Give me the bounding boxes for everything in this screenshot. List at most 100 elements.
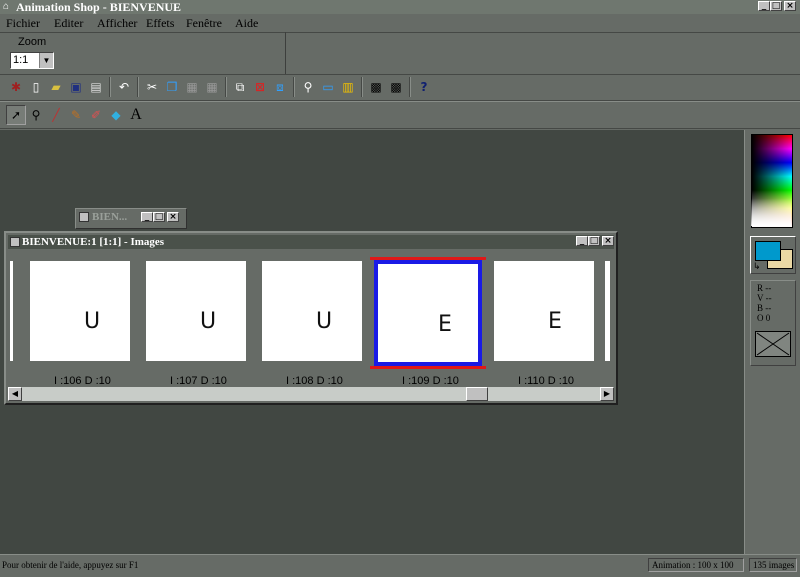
menu-editer[interactable]: Editer [54, 16, 83, 31]
crop-icon[interactable]: ⧈ [270, 77, 290, 97]
partial-frame-right [605, 261, 610, 361]
frame-properties-icon[interactable]: ▭ [318, 77, 338, 97]
delete-frames-icon[interactable]: ⊠ [250, 77, 270, 97]
close-button[interactable]: × [602, 236, 614, 246]
divider [0, 128, 800, 129]
toolbar-separator [137, 77, 139, 97]
fill-icon[interactable]: ◆ [106, 105, 126, 125]
swap-colors-icon[interactable]: ↳ [753, 261, 761, 272]
color-panel: ↳ R -- V -- B -- O 0 [744, 130, 800, 554]
open-icon[interactable]: ▰ [46, 77, 66, 97]
menu-bar: Fichier Editer Afficher Effets Fenêtre A… [0, 14, 800, 32]
rgb-readout: R -- V -- B -- O 0 [750, 280, 796, 366]
toolbar-separator [225, 77, 227, 97]
save-icon[interactable]: ▣ [66, 77, 86, 97]
document-title: BIENVENUE:1 [1:1] - Images [22, 236, 165, 248]
copy-icon[interactable]: ❐ [162, 77, 182, 97]
maximize-button[interactable]: □ [153, 212, 165, 222]
document-window: BIENVENUE:1 [1:1] - Images _ □ × U I :10… [4, 231, 618, 405]
menu-fichier[interactable]: Fichier [6, 16, 40, 31]
print-icon[interactable]: ▤ [86, 77, 106, 97]
arrow-icon[interactable]: ➚ [6, 105, 26, 125]
scroll-right-icon[interactable]: ▶ [600, 387, 614, 401]
toolbar-separator [361, 77, 363, 97]
foreground-color-swatch[interactable] [755, 241, 781, 261]
document-icon [10, 237, 20, 247]
frame-image: U [262, 261, 362, 361]
brush-icon[interactable]: ✎ [66, 105, 86, 125]
insert-frames-icon[interactable]: ⧉ [230, 77, 250, 97]
scroll-thumb[interactable] [466, 387, 488, 401]
maximize-button[interactable]: □ [770, 1, 782, 11]
toolbar-separator [109, 77, 111, 97]
minimize-button[interactable]: _ [758, 1, 770, 11]
document-window-controls: _ □ × [576, 236, 614, 246]
text-icon[interactable]: A [126, 105, 146, 125]
minimized-window-controls: _ □ × [141, 212, 179, 222]
main-toolbar: ✱ ▯ ▰ ▣ ▤ ↶ ✂ ❐ ▦ ▦ ⧉ ⊠ ⧈ ⚲ ▭ ▥ ▩ ▩ ? [6, 76, 434, 98]
frame-label: I :108 D :10 [286, 375, 343, 387]
frame-image: E [494, 261, 594, 361]
zoom-label: Zoom [18, 36, 47, 48]
frame[interactable]: U I :106 D :10 [22, 257, 138, 387]
partial-frame-left [10, 261, 13, 361]
frame-label: I :109 D :10 [402, 375, 459, 387]
frame-selected[interactable]: E I :109 D :10 [370, 257, 486, 387]
minimized-window-title: BIEN... [92, 211, 128, 223]
help-icon[interactable]: ? [414, 77, 434, 97]
app-icon: ⌂ [3, 1, 10, 12]
zoom-value: 1:1 [13, 54, 29, 66]
paste-into-icon[interactable]: ▦ [202, 77, 222, 97]
view-animation-icon[interactable]: ▩ [386, 77, 406, 97]
new-icon[interactable]: ▯ [26, 77, 46, 97]
dropper-icon[interactable]: ╱ [46, 105, 66, 125]
menu-fenetre[interactable]: Fenêtre [186, 16, 222, 31]
zoom-icon[interactable]: ⚲ [298, 77, 318, 97]
frame-letter: E [548, 309, 562, 334]
close-button[interactable]: × [784, 1, 796, 11]
menu-aide[interactable]: Aide [235, 16, 258, 31]
frame[interactable]: U I :107 D :10 [138, 257, 254, 387]
toolbar-separator [293, 77, 295, 97]
frame[interactable]: E I :110 D :10 [486, 257, 602, 387]
status-frame-count: 135 images [749, 558, 797, 572]
divider [0, 101, 800, 102]
rgb-v: V -- [757, 293, 772, 303]
undo-icon[interactable]: ↶ [114, 77, 134, 97]
scroll-left-icon[interactable]: ◀ [8, 387, 22, 401]
minimize-button[interactable]: _ [576, 236, 588, 246]
filmstrip-icon[interactable]: ▩ [366, 77, 386, 97]
zoom-select[interactable]: 1:1 ▼ [10, 52, 54, 69]
minimized-window[interactable]: BIEN... _ □ × [75, 208, 187, 229]
close-button[interactable]: × [167, 212, 179, 222]
status-animation-size: Animation : 100 x 100 [648, 558, 744, 572]
status-help-text: Pour obtenir de l'aide, appuyez sur F1 [2, 560, 139, 570]
magnifier-icon[interactable]: ⚲ [26, 105, 46, 125]
palette-overlay [751, 134, 791, 226]
maximize-button[interactable]: □ [588, 236, 600, 246]
chevron-down-icon[interactable]: ▼ [39, 53, 53, 68]
document-icon [79, 212, 89, 222]
frame-letter: U [200, 309, 217, 334]
frame[interactable]: U I :108 D :10 [254, 257, 370, 387]
toolbar-separator [409, 77, 411, 97]
color-swatches: ↳ [750, 236, 796, 274]
app-titlebar: ⌂ Animation Shop - BIENVENUE _ □ × [0, 0, 800, 14]
rgb-b: B -- [757, 303, 772, 313]
frame-image: U [30, 261, 130, 361]
palette-icon[interactable]: ▥ [338, 77, 358, 97]
cut-icon[interactable]: ✂ [142, 77, 162, 97]
frame-label: I :107 D :10 [170, 375, 227, 387]
wizard-icon[interactable]: ✱ [6, 77, 26, 97]
eraser-icon[interactable]: ✐ [86, 105, 106, 125]
menu-effets[interactable]: Effets [146, 16, 174, 31]
frame-label: I :106 D :10 [54, 375, 111, 387]
menu-afficher[interactable]: Afficher [97, 16, 137, 31]
horizontal-scrollbar[interactable]: ◀ ▶ [8, 387, 614, 401]
rgb-o: O 0 [757, 313, 771, 323]
status-bar: Pour obtenir de l'aide, appuyez sur F1 A… [0, 554, 800, 577]
frame-image: U [146, 261, 246, 361]
paste-icon[interactable]: ▦ [182, 77, 202, 97]
no-color-icon[interactable] [755, 331, 791, 357]
minimize-button[interactable]: _ [141, 212, 153, 222]
